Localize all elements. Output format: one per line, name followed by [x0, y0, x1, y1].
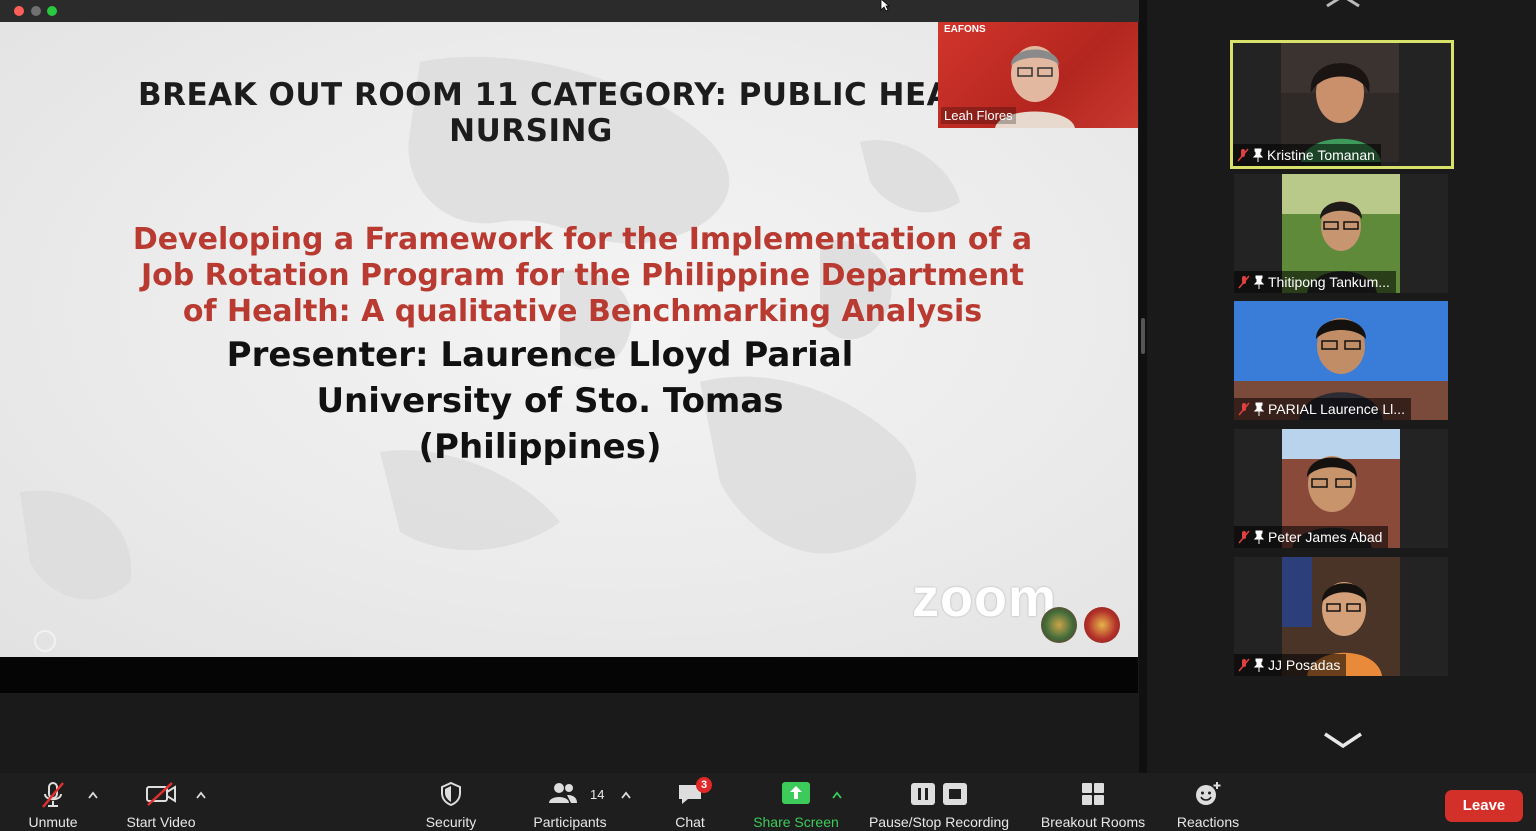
- minimize-window-button[interactable]: [31, 6, 41, 16]
- participants-options-chevron-icon[interactable]: [621, 791, 631, 799]
- security-button[interactable]: Security: [411, 773, 491, 831]
- chat-button[interactable]: 3 Chat: [660, 773, 720, 831]
- share-options-chevron-icon[interactable]: [832, 791, 842, 799]
- window-titlebar: [0, 0, 1140, 22]
- unmute-button[interactable]: Unmute: [14, 773, 92, 831]
- video-off-icon: [146, 782, 176, 806]
- participant-tile[interactable]: Peter James Abad: [1234, 429, 1448, 548]
- slide-header-line2: NURSING: [449, 113, 613, 149]
- organization-seal-icon: [1084, 607, 1120, 643]
- speaker-name: Leah Flores: [941, 107, 1016, 124]
- pin-icon: [1254, 658, 1264, 672]
- participant-name: Kristine Tomanan: [1267, 147, 1375, 163]
- presenter-name: Presenter: Laurence Lloyd Parial: [226, 335, 854, 375]
- mic-muted-icon: [1237, 148, 1249, 162]
- close-window-button[interactable]: [14, 6, 24, 16]
- pin-icon: [1254, 402, 1264, 416]
- mouse-cursor-icon: [880, 0, 890, 12]
- participant-nameplate: Peter James Abad: [1234, 526, 1389, 548]
- participant-name: Peter James Abad: [1268, 529, 1383, 545]
- participants-label: Participants: [533, 814, 607, 830]
- security-label: Security: [425, 814, 477, 830]
- share-screen-label: Share Screen: [753, 814, 839, 830]
- scroll-up-icon[interactable]: [1325, 0, 1361, 8]
- split-view-divider[interactable]: [1139, 0, 1147, 773]
- participant-tile[interactable]: Thitipong Tankum...: [1234, 174, 1448, 293]
- participant-name: JJ Posadas: [1268, 657, 1341, 673]
- participant-name: Thitipong Tankum...: [1268, 274, 1390, 290]
- pin-icon: [1254, 275, 1264, 289]
- share-screen-icon: [782, 782, 810, 804]
- slide-header-line1: BREAK OUT ROOM 11 CATEGORY: PUBLIC HEA: [138, 77, 952, 113]
- slide-title-line3: of Health: A qualitative Benchmarking An…: [182, 294, 983, 329]
- meeting-toolbar: Unmute Start Video Security 14 Participa…: [0, 773, 1536, 831]
- presenter-university: University of Sto. Tomas: [316, 381, 784, 421]
- participant-name: PARIAL Laurence Ll...: [1268, 401, 1405, 417]
- pin-icon: [1254, 530, 1264, 544]
- mic-off-icon: [42, 782, 64, 808]
- participant-nameplate: PARIAL Laurence Ll...: [1234, 398, 1411, 420]
- participants-icon: [549, 783, 577, 803]
- breakout-rooms-button[interactable]: Breakout Rooms: [1034, 773, 1152, 831]
- gallery-panel: Kristine Tomanan Thitipong Tankum... PAR…: [1147, 0, 1536, 773]
- mic-muted-icon: [1238, 530, 1250, 544]
- mic-muted-icon: [1238, 275, 1250, 289]
- divider-handle[interactable]: [1141, 318, 1145, 354]
- video-options-chevron-icon[interactable]: [196, 791, 206, 799]
- slide-title-line2: Job Rotation Program for the Philippine …: [140, 258, 1024, 293]
- participant-tile[interactable]: PARIAL Laurence Ll...: [1234, 301, 1448, 420]
- pin-icon: [1253, 148, 1263, 162]
- slide-presenter: Presenter: Laurence Lloyd Parial Univers…: [90, 332, 990, 470]
- share-screen-button[interactable]: Share Screen: [746, 773, 846, 831]
- zoom-window-button[interactable]: [47, 6, 57, 16]
- participants-count: 14: [590, 787, 605, 802]
- reactions-label: Reactions: [1176, 814, 1240, 830]
- active-speaker-video[interactable]: EAFONS Leah Flores: [938, 22, 1138, 128]
- share-bottom-bar: [0, 657, 1138, 693]
- presenter-country: (Philippines): [418, 427, 662, 467]
- participant-tile[interactable]: Kristine Tomanan: [1230, 40, 1454, 169]
- scroll-down-icon[interactable]: [1322, 730, 1364, 750]
- shield-icon: [441, 781, 461, 807]
- breakout-rooms-icon: [1082, 783, 1104, 805]
- recording-controls-button[interactable]: Pause/Stop Recording: [860, 773, 1018, 831]
- chat-label: Chat: [675, 814, 705, 830]
- slide-title-line1: Developing a Framework for the Implement…: [132, 222, 1033, 257]
- participants-button[interactable]: 14 Participants: [525, 773, 615, 831]
- speaker-banner: EAFONS: [944, 24, 986, 35]
- participant-nameplate: JJ Posadas: [1234, 654, 1347, 676]
- mic-muted-icon: [1238, 402, 1250, 416]
- breakout-rooms-label: Breakout Rooms: [1040, 814, 1146, 830]
- start-video-button[interactable]: Start Video: [116, 773, 206, 831]
- audio-options-chevron-icon[interactable]: [88, 791, 98, 799]
- recording-label: Pause/Stop Recording: [868, 814, 1010, 830]
- slide-title: Developing a Framework for the Implement…: [60, 222, 1105, 330]
- participant-nameplate: Thitipong Tankum...: [1234, 271, 1396, 293]
- slide-header: BREAK OUT ROOM 11 CATEGORY: PUBLIC HEA N…: [130, 77, 1030, 149]
- mic-muted-icon: [1238, 658, 1250, 672]
- participant-nameplate: Kristine Tomanan: [1233, 144, 1381, 166]
- zoom-watermark: zoom: [912, 568, 1057, 628]
- reactions-button[interactable]: Reactions: [1168, 773, 1248, 831]
- unmute-label: Unmute: [28, 814, 78, 830]
- university-seal-icon: [1041, 607, 1077, 643]
- leave-meeting-button[interactable]: Leave: [1445, 790, 1523, 822]
- participant-tile[interactable]: JJ Posadas: [1234, 557, 1448, 676]
- chat-unread-badge: 3: [696, 777, 712, 793]
- reactions-smiley-icon: [1196, 782, 1221, 805]
- slide-control-icon[interactable]: [34, 630, 56, 652]
- pause-stop-recording-icon: [911, 783, 967, 805]
- start-video-label: Start Video: [126, 814, 196, 830]
